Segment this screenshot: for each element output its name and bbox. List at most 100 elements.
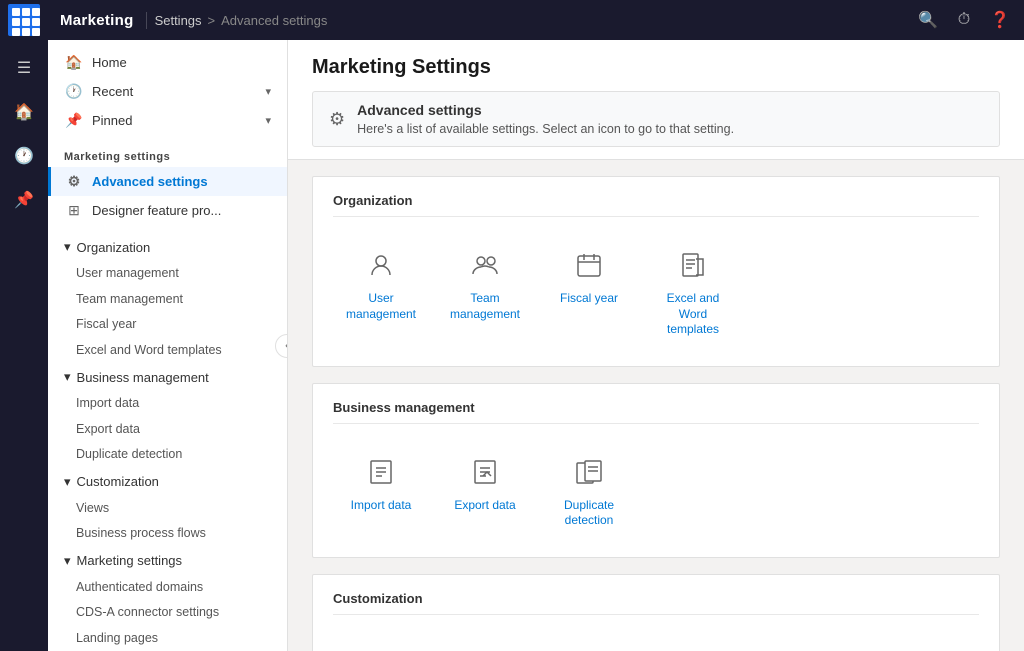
page-header: Marketing Settings ⚙ Advanced settings H… (288, 40, 1024, 160)
business-management-grid: Import data Export data Duplicatedetecti… (333, 440, 979, 541)
home-icon: 🏠 (64, 54, 84, 71)
business-process-flows-card[interactable]: Business processflows (437, 631, 533, 651)
sidebar-group-marketing-settings[interactable]: ▾ Marketing settings (48, 547, 287, 575)
user-management-icon (361, 245, 401, 285)
organization-grid: Usermanagement Teammanagement Fiscal yea… (333, 233, 979, 350)
breadcrumb: Settings > Advanced settings (155, 13, 328, 28)
business-process-flows-icon (465, 643, 505, 651)
sidebar-sub-landing-pages[interactable]: Landing pages (48, 626, 287, 651)
sidebar-group-business-management[interactable]: ▾ Business management (48, 363, 287, 391)
import-data-label: Import data (351, 498, 412, 514)
pinned-icon: 📌 (64, 112, 84, 129)
sidebar-sub-excel-word[interactable]: Excel and Word templates (48, 338, 287, 364)
sidebar-group-customization[interactable]: ▾ Customization (48, 468, 287, 496)
customization-grid: Views Business processflows (333, 631, 979, 651)
business-management-title: Business management (333, 400, 979, 424)
sidebar: 🏠 Home 🕐 Recent ▾ 📌 Pinned ▾ Marketing s… (48, 40, 288, 651)
sidebar-sub-authenticated-domains[interactable]: Authenticated domains (48, 575, 287, 601)
marketing-chevron: ▾ (64, 553, 71, 569)
business-chevron: ▾ (64, 369, 71, 385)
designer-icon: ⊞ (64, 202, 84, 219)
team-management-icon (465, 245, 505, 285)
user-management-card[interactable]: Usermanagement (333, 233, 429, 350)
sidebar-recent-label: Recent (92, 84, 133, 99)
page-title: Marketing Settings (312, 56, 1000, 79)
fiscal-year-icon (569, 245, 609, 285)
customization-section: Customization Views Business processflow… (312, 574, 1000, 651)
user-management-label: Usermanagement (346, 291, 416, 322)
duplicate-detection-label: Duplicatedetection (564, 498, 614, 529)
duplicate-detection-card[interactable]: Duplicatedetection (541, 440, 637, 541)
organization-chevron: ▾ (64, 239, 71, 255)
layout: ☰ 🏠 🕐 📌 🏠 Home 🕐 Recent ▾ 📌 Pinned ▾ (0, 40, 1024, 651)
help-button[interactable]: ❓ (984, 4, 1016, 36)
pinned-icon-btn[interactable]: 📌 (4, 180, 44, 220)
sidebar-item-advanced-settings[interactable]: ⚙ Advanced settings (48, 167, 287, 196)
marketing-settings-section-label: Marketing settings (48, 143, 287, 167)
sidebar-item-designer-feature[interactable]: ⊞ Designer feature pro... (48, 196, 287, 225)
marketing-group-label: Marketing settings (77, 553, 183, 568)
hamburger-button[interactable]: ☰ (4, 48, 44, 88)
content-body: Organization Usermanagement Teammanageme… (288, 160, 1024, 651)
banner-desc: Here's a list of available settings. Sel… (357, 122, 734, 136)
breadcrumb-settings[interactable]: Settings (155, 13, 202, 28)
sidebar-sub-user-management[interactable]: User management (48, 261, 287, 287)
organization-section: Organization Usermanagement Teammanageme… (312, 176, 1000, 367)
recent-icon: 🕐 (64, 83, 84, 100)
excel-word-icon (673, 245, 713, 285)
sidebar-group-organization[interactable]: ▾ Organization (48, 233, 287, 261)
export-data-label: Export data (454, 498, 515, 514)
sidebar-item-home[interactable]: 🏠 Home (48, 48, 287, 77)
icon-bar: ☰ 🏠 🕐 📌 (0, 40, 48, 651)
search-button[interactable]: 🔍 (912, 4, 944, 36)
apps-grid-icon[interactable] (8, 4, 40, 36)
sidebar-sub-team-management[interactable]: Team management (48, 287, 287, 313)
sidebar-sub-business-process-flows[interactable]: Business process flows (48, 521, 287, 547)
app-name-label: Marketing (48, 12, 147, 29)
duplicate-detection-icon (569, 452, 609, 492)
business-label: Business management (77, 370, 209, 385)
fiscal-year-card[interactable]: Fiscal year (541, 233, 637, 350)
breadcrumb-current: Advanced settings (221, 13, 327, 28)
advanced-settings-banner-icon: ⚙ (329, 109, 345, 130)
recent-icon-btn[interactable]: 🕐 (4, 136, 44, 176)
sidebar-designer-label: Designer feature pro... (92, 203, 221, 218)
business-management-section: Business management Import data Export d… (312, 383, 1000, 558)
organization-label: Organization (77, 240, 151, 255)
notifications-button[interactable]: ⏱ (948, 4, 980, 36)
sidebar-item-pinned[interactable]: 📌 Pinned ▾ (48, 106, 287, 135)
section-banner: ⚙ Advanced settings Here's a list of ava… (312, 91, 1000, 147)
home-icon-btn[interactable]: 🏠 (4, 92, 44, 132)
export-data-icon (465, 452, 505, 492)
sidebar-advanced-label: Advanced settings (92, 174, 208, 189)
main-content: Marketing Settings ⚙ Advanced settings H… (288, 40, 1024, 651)
sidebar-home-label: Home (92, 55, 127, 70)
breadcrumb-separator: > (208, 13, 216, 28)
excel-word-label: Excel and Wordtemplates (653, 291, 733, 338)
import-data-icon (361, 452, 401, 492)
sidebar-item-recent[interactable]: 🕐 Recent ▾ (48, 77, 287, 106)
export-data-card[interactable]: Export data (437, 440, 533, 541)
customization-chevron: ▾ (64, 474, 71, 490)
customization-title: Customization (333, 591, 979, 615)
sidebar-pinned-label: Pinned (92, 113, 132, 128)
pinned-chevron: ▾ (265, 114, 271, 127)
sidebar-sub-import-data[interactable]: Import data (48, 391, 287, 417)
sidebar-sub-fiscal-year[interactable]: Fiscal year (48, 312, 287, 338)
recent-chevron: ▾ (265, 85, 271, 98)
sidebar-sub-views[interactable]: Views (48, 496, 287, 522)
excel-word-card[interactable]: Excel and Wordtemplates (645, 233, 741, 350)
sidebar-sub-export-data[interactable]: Export data (48, 417, 287, 443)
views-icon (361, 643, 401, 651)
sidebar-nav: 🏠 Home 🕐 Recent ▾ 📌 Pinned ▾ Marketing s… (48, 40, 287, 651)
organization-section-title: Organization (333, 193, 979, 217)
top-bar-actions: 🔍 ⏱ ❓ (912, 4, 1016, 36)
sidebar-sub-duplicate-detection[interactable]: Duplicate detection (48, 442, 287, 468)
views-card[interactable]: Views (333, 631, 429, 651)
customization-label: Customization (77, 474, 159, 489)
sidebar-sub-cds-a[interactable]: CDS-A connector settings (48, 600, 287, 626)
import-data-card[interactable]: Import data (333, 440, 429, 541)
team-management-card[interactable]: Teammanagement (437, 233, 533, 350)
fiscal-year-label: Fiscal year (560, 291, 618, 307)
team-management-label: Teammanagement (450, 291, 520, 322)
